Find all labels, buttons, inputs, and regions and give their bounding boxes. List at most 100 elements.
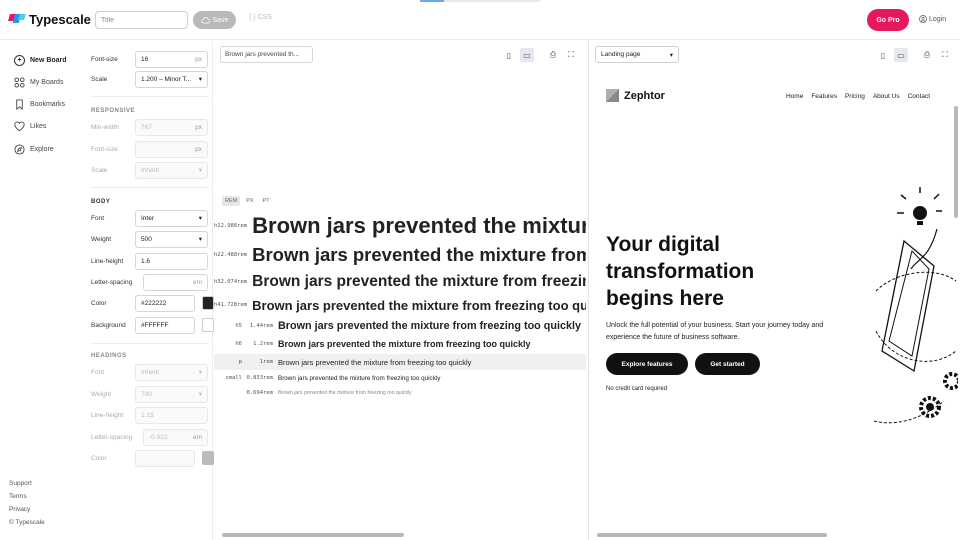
scale-row-p: p 1rem Brown jars prevented the mixture … [214,354,586,370]
vertical-scrollbar[interactable] [954,106,958,218]
headings-color-input[interactable] [135,449,195,467]
scale-row-h5: h5 1.44rem Brown jars prevented the mixt… [214,318,586,334]
site-nav-pricing[interactable]: Pricing [845,93,865,100]
body-weight-select[interactable]: 500 ▾ [135,230,208,248]
hero-subtitle: Unlock the full potential of your busine… [606,322,824,341]
tab-px[interactable]: PX [243,196,256,206]
mobile-view-icon[interactable]: ▯ [504,50,514,60]
body-line-height-input[interactable]: 1.6 [135,252,208,270]
print-icon[interactable]: ⎙ [548,50,558,60]
page-template-value: Landing page [601,51,641,58]
font-size-input[interactable]: 16 px [135,50,208,68]
fullscreen-icon[interactable]: ⛶ [940,50,950,60]
responsive-scale-value: Inherit [141,166,160,174]
nav-new-board[interactable]: + New Board [14,55,67,66]
nav-bookmarks[interactable]: Bookmarks [14,99,65,110]
chevron-down-icon: ▾ [198,167,202,174]
scale-select[interactable]: 1.200 – Minor T... ▾ [135,70,208,88]
row-sample-text: Brown jars prevented the mixture from fr… [252,244,586,265]
site-nav-about[interactable]: About Us [873,93,900,100]
nav-explore[interactable]: Explore [14,144,54,155]
horizontal-scrollbar[interactable] [222,533,404,537]
css-label: CSS [257,14,272,21]
get-started-button[interactable]: Get started [695,353,760,375]
body-font-select[interactable]: Inter ▾ [135,209,208,227]
desktop-view-icon[interactable]: ▭ [894,48,908,62]
scale-row: Scale 1.200 – Minor T... ▾ [91,70,209,88]
body-color-value: #222222 [141,299,167,307]
headings-line-height-value: 1.15 [141,411,154,419]
body-letter-spacing-row: Letter-spacing em [91,273,209,291]
body-font-label: Font [91,214,105,222]
page-template-select[interactable]: Landing page ▾ [595,46,679,63]
app-logo[interactable]: Typescale [8,12,91,27]
tab-pt[interactable]: PT [260,196,273,206]
min-width-input[interactable]: 767 px [135,118,208,136]
responsive-scale-select[interactable]: Inherit ▾ [135,161,208,179]
body-color-swatch[interactable] [202,296,214,310]
min-width-label: Min-width [91,123,119,131]
footer-privacy-link[interactable]: Privacy [9,506,30,513]
row-tag: h1 [214,223,221,229]
nav-likes[interactable]: Likes [14,121,46,132]
fullscreen-icon[interactable]: ⛶ [566,50,576,60]
site-nav-contact[interactable]: Contact [908,93,930,100]
body-letter-spacing-unit: em [192,278,202,286]
headings-letter-spacing-label: Letter-spacing [91,433,133,441]
row-sample-text: Brown jars prevented the mixture from fr… [278,390,412,396]
min-width-value: 767 [141,123,152,131]
divider [91,343,209,344]
body-font-row: Font Inter ▾ [91,209,209,227]
font-size-unit: px [195,55,202,63]
nav-my-boards[interactable]: My Boards [14,77,63,88]
headings-font-label: Font [91,368,105,376]
body-color-input[interactable]: #222222 [135,294,195,312]
tab-rem[interactable]: REM [222,196,241,206]
css-export-link[interactable]: { } CSS [249,14,272,21]
loading-progress [420,0,540,2]
chevron-down-icon: ▾ [198,76,202,83]
chevron-down-icon: ▾ [198,369,202,376]
headings-weight-select[interactable]: 700 ▾ [135,385,208,403]
headings-color-swatch[interactable] [202,451,214,465]
heart-icon [14,121,25,132]
footer-copyright: © Typescale [9,519,45,526]
body-background-swatch[interactable] [202,318,214,332]
scale-row-h6: h6 1.2rem Brown jars prevented the mixtu… [214,337,586,351]
headings-letter-spacing-row: Letter-spacing -0.022 em [91,428,209,446]
font-size-label: Font-size [91,55,118,63]
headings-letter-spacing-input[interactable]: -0.022 em [143,428,208,446]
footer-terms-link[interactable]: Terms [9,493,27,500]
explore-features-button[interactable]: Explore features [606,353,688,375]
headings-line-height-input[interactable]: 1.15 [135,406,208,424]
mobile-view-icon[interactable]: ▯ [878,50,888,60]
body-background-input[interactable]: #FFFFFF [135,316,195,334]
font-size-row: Font-size 16 px [91,50,209,68]
body-color-label: Color [91,299,107,307]
body-weight-row: Weight 500 ▾ [91,230,209,248]
site-nav-features[interactable]: Features [811,93,837,100]
body-font-value: Inter [141,214,155,222]
desktop-view-icon[interactable]: ▭ [520,48,534,62]
responsive-font-size-input[interactable]: px [135,140,208,158]
board-title-input[interactable] [95,11,188,29]
headings-font-select[interactable]: Inherit ▾ [135,363,208,381]
settings-panel: Font-size 16 px Scale 1.200 – Minor T... ▾… [83,41,214,540]
body-letter-spacing-input[interactable]: em [143,273,208,291]
print-icon[interactable]: ⎙ [922,50,932,60]
body-background-value: #FFFFFF [141,321,169,329]
sample-text-input[interactable]: Brown jars prevented th... [220,46,313,63]
chevron-down-icon: ▾ [198,391,202,398]
row-rem: 1rem [259,359,273,365]
site-nav-home[interactable]: Home [786,93,803,100]
go-pro-button[interactable]: Go Pro [867,9,909,31]
row-tag: small [225,375,242,381]
site-logo[interactable]: Zephtor [606,89,665,102]
footer-support-link[interactable]: Support [9,480,32,487]
responsive-font-size-label: Font-size [91,145,118,153]
side-navigation: + New Board My Boards Bookmarks Likes Ex… [0,41,82,540]
headings-color-row: Color [91,449,214,467]
save-button[interactable]: Save [193,11,236,29]
horizontal-scrollbar[interactable] [597,533,827,537]
login-link[interactable]: Login [919,15,946,23]
